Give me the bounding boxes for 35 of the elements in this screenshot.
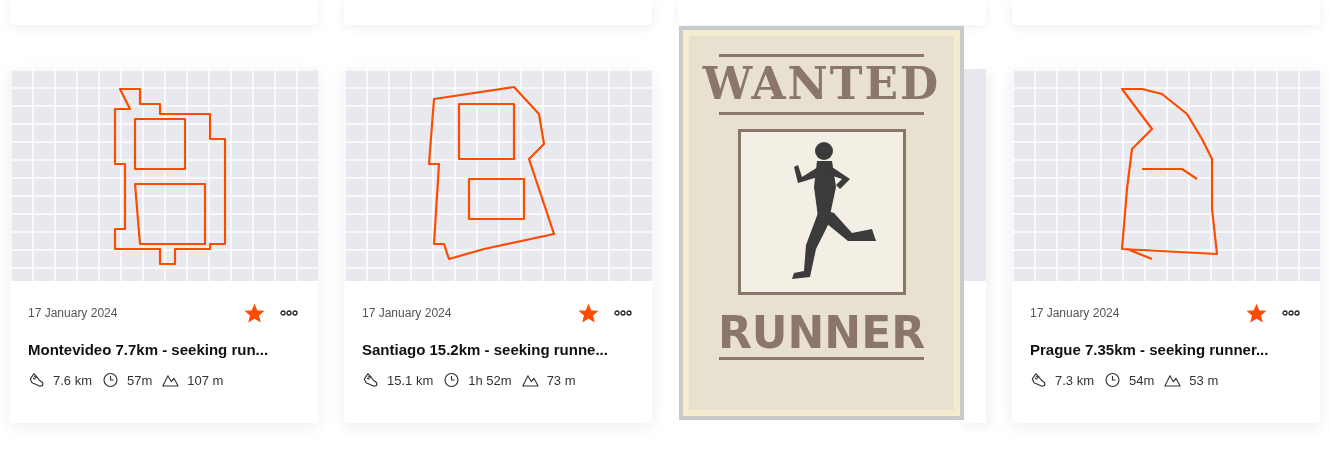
activity-card[interactable]: 17 January 2024 Montevideo 7.7km - seeking run... 7.6 km 57m 107 m	[10, 69, 318, 423]
poster-caption: RUNNER	[717, 308, 926, 357]
shoe-icon	[362, 372, 379, 388]
shoe-icon	[1030, 372, 1047, 388]
clock-icon	[1104, 372, 1121, 388]
clock-icon	[443, 372, 461, 388]
elevation-value: 107 m	[187, 372, 224, 388]
more-button[interactable]	[278, 308, 300, 318]
elevation-value: 73 m	[546, 372, 576, 388]
star-icon[interactable]	[1247, 303, 1266, 323]
mountain-icon	[1164, 372, 1182, 388]
elevation-value: 53 m	[1189, 372, 1219, 388]
star-icon[interactable]	[245, 303, 264, 323]
poster-heading: WANTED	[702, 59, 941, 110]
activity-date: 17 January 2024	[362, 306, 453, 320]
activity-date: 17 January 2024	[1030, 306, 1121, 320]
duration-value: 1h 52m	[468, 372, 512, 388]
distance-value: 7.6 km	[53, 372, 92, 388]
more-button[interactable]	[612, 308, 634, 318]
mountain-icon	[521, 372, 539, 388]
distance-value: 15.1 km	[387, 372, 434, 388]
activity-card[interactable]: 17 January 2024 Prague 7.35km - seeking runner... 7.3 km 54m 53 m	[1012, 69, 1320, 423]
star-icon[interactable]	[579, 303, 598, 323]
more-button[interactable]	[1280, 308, 1302, 318]
clock-icon	[102, 372, 119, 388]
shoe-icon	[28, 372, 45, 388]
activity-title[interactable]: Montevideo 7.7km - seeking run...	[28, 341, 300, 358]
distance-value: 7.3 km	[1055, 372, 1094, 388]
duration-value: 57m	[127, 372, 153, 388]
activity-card[interactable]: 17 January 2024 Santiago 15.2km - seeking runne... 15.1 km 1h 52m 73 m	[344, 69, 652, 423]
activity-title[interactable]: Prague 7.35km - seeking runner...	[1030, 341, 1302, 358]
activity-date: 17 January 2024	[28, 306, 119, 320]
mountain-icon	[162, 372, 180, 388]
duration-value: 54m	[1129, 372, 1155, 388]
activity-title[interactable]: Santiago 15.2km - seeking runne...	[362, 341, 634, 358]
